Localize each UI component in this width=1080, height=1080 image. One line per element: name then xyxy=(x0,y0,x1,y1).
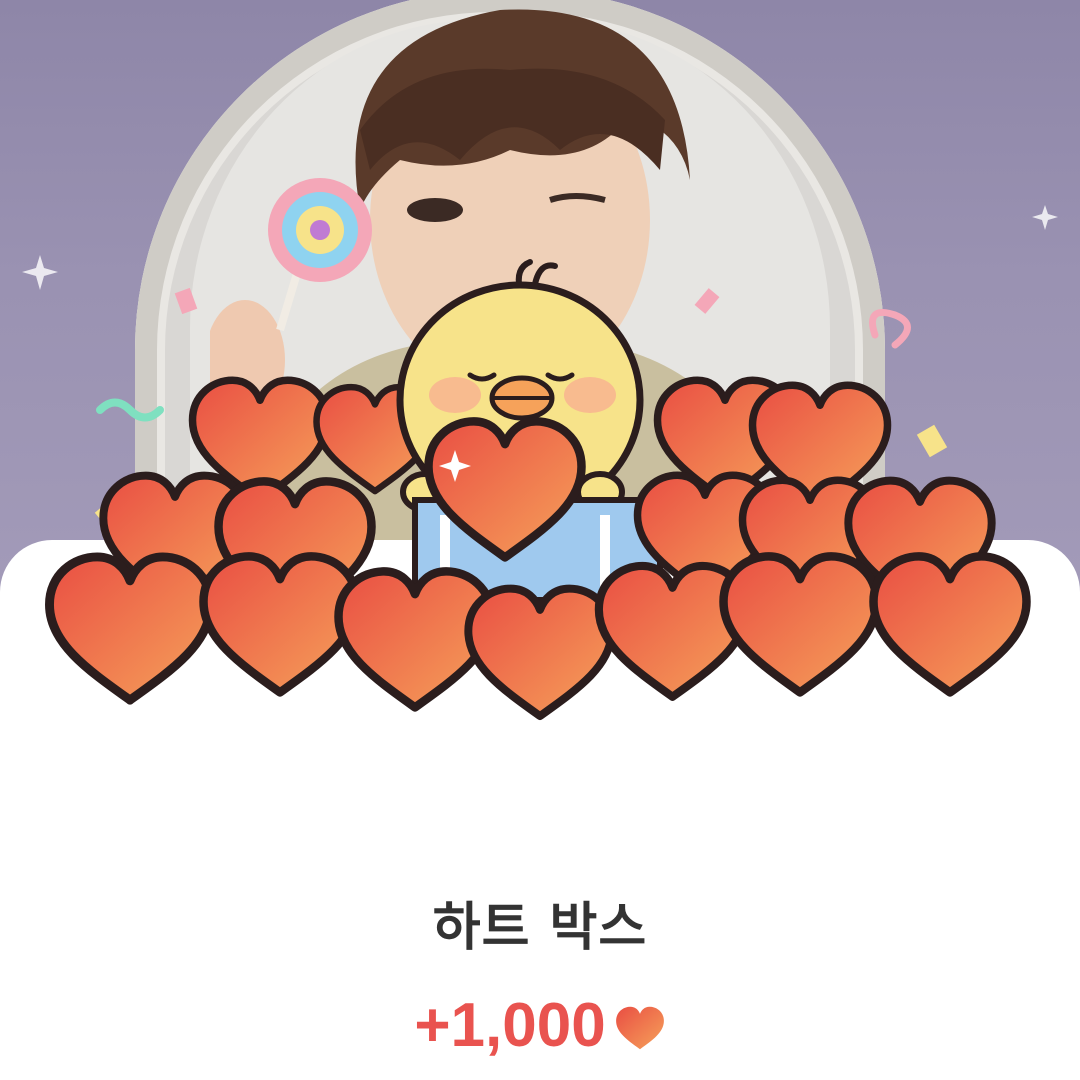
reward-amount-row: +1,000 xyxy=(0,990,1080,1061)
reward-title: 하트 박스 xyxy=(432,898,648,958)
reward-amount: +1,000 xyxy=(414,991,606,1060)
heart-icon xyxy=(615,1006,664,1049)
heart-box-illustration xyxy=(22,205,1058,760)
